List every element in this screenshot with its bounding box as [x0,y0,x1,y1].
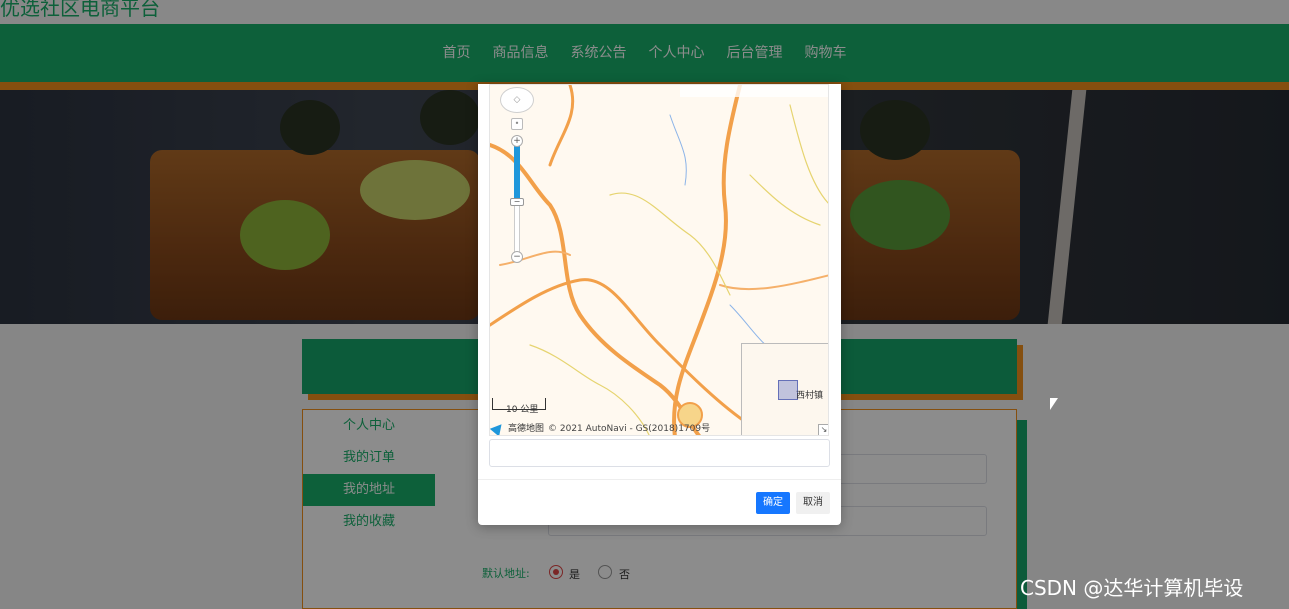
map-locate-icon[interactable]: • [511,118,523,130]
amap-logo-icon [490,420,507,435]
map-picker-dialog: ◇ • + − − 10 公里 西村镇 ↘ 高德地图 © 2021 AutoNav… [478,84,841,525]
map-address-input[interactable] [489,439,830,467]
dialog-footer: 确定 取消 [478,479,841,525]
map-type-switcher[interactable] [680,85,828,97]
zoom-slider-fill [514,143,520,203]
map-pan-control[interactable]: ◇ [500,87,534,113]
overview-viewport-box[interactable] [778,380,798,400]
map-view[interactable]: ◇ • + − − 10 公里 西村镇 ↘ 高德地图 © 2021 AutoNav… [489,84,829,436]
map-scale-label: 10 公里 [506,405,539,415]
map-attribution: 高德地图 © 2021 AutoNavi - GS(2018)1709号 [490,420,828,435]
overview-place-label: 西村镇 [796,391,824,401]
zoom-out-button[interactable]: − [511,251,523,263]
confirm-button[interactable]: 确定 [756,492,790,514]
zoom-in-button[interactable]: + [511,135,523,147]
cancel-button[interactable]: 取消 [796,492,830,514]
watermark: CSDN @达华计算机毕设 [1020,576,1244,600]
zoom-slider-handle[interactable]: − [510,198,524,206]
map-brand-label: 高德地图 [508,424,545,434]
map-copyright: © 2021 AutoNavi - GS(2018)1709号 [548,424,711,434]
